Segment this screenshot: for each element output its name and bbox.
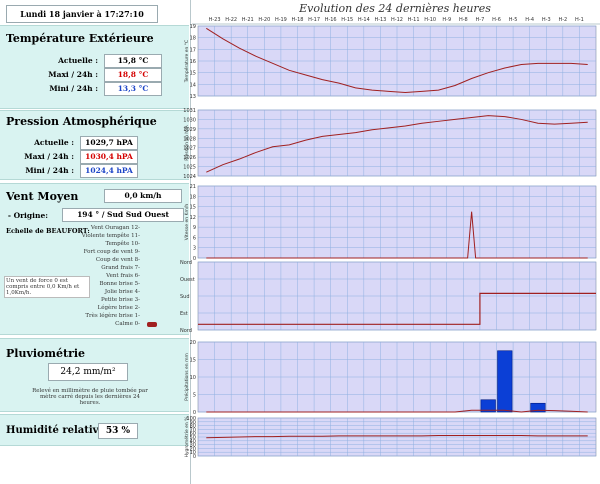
rain-bar bbox=[497, 350, 513, 413]
y-tick-label: 17 bbox=[190, 47, 196, 53]
hour-label: H-14 bbox=[358, 17, 370, 23]
y-axis-label: Pression en hPA bbox=[184, 124, 190, 160]
hour-label: H-21 bbox=[242, 17, 254, 23]
y-tick-label: 3 bbox=[193, 246, 196, 252]
y-tick-label: 19 bbox=[190, 24, 196, 30]
hour-label: H-15 bbox=[341, 17, 353, 23]
y-tick-label: 6 bbox=[193, 235, 196, 241]
y-axis-label: Précipitations en mm bbox=[183, 353, 190, 401]
y-tick-label: Nord bbox=[180, 260, 192, 266]
hour-label: H-11 bbox=[408, 17, 420, 23]
hour-label: H-12 bbox=[391, 17, 403, 23]
hour-label: H-7 bbox=[476, 17, 485, 23]
hour-label: H-3 bbox=[542, 17, 551, 23]
y-tick-label: 1024 bbox=[183, 174, 196, 180]
y-axis-label: Hygrométrie en % bbox=[183, 416, 190, 458]
hour-label: H-16 bbox=[325, 17, 337, 23]
hour-label: H-10 bbox=[424, 17, 436, 23]
hour-label: H-5 bbox=[509, 17, 518, 23]
y-tick-label: 1031 bbox=[183, 108, 196, 114]
hour-label: H-23 bbox=[209, 17, 221, 23]
y-tick-label: 1030 bbox=[183, 117, 196, 123]
hour-label: H-19 bbox=[275, 17, 287, 23]
y-tick-label: 5 bbox=[193, 393, 196, 399]
y-tick-label: 15 bbox=[190, 205, 196, 211]
y-axis-label: Température en °C bbox=[183, 40, 190, 83]
y-tick-label: 12 bbox=[190, 215, 196, 221]
y-tick-label: Nord bbox=[180, 328, 192, 334]
y-tick-label: 15 bbox=[190, 358, 196, 364]
y-tick-label: 0 bbox=[193, 256, 196, 262]
y-tick-label: Sud bbox=[180, 294, 190, 300]
y-tick-label: 18 bbox=[190, 194, 196, 200]
y-tick-label: Ouest bbox=[180, 277, 195, 283]
hour-label: H-2 bbox=[558, 17, 567, 23]
y-tick-label: 20 bbox=[190, 340, 196, 346]
hour-label: H-13 bbox=[374, 17, 386, 23]
y-tick-label: 18 bbox=[190, 36, 196, 42]
y-tick-label: 10 bbox=[190, 375, 196, 381]
y-tick-label: 13 bbox=[190, 94, 196, 100]
y-tick-label: 15 bbox=[190, 71, 196, 77]
charts-svg: H-23 H-22 H-21 H-20 H-19 H-18 H-17 H-16 H-15 H-14… bbox=[180, 17, 600, 460]
y-tick-label: 14 bbox=[190, 82, 196, 88]
hour-label: H-18 bbox=[292, 17, 304, 23]
y-tick-label: 1025 bbox=[183, 165, 196, 171]
hour-label: H-20 bbox=[258, 17, 270, 23]
y-tick-label: 16 bbox=[190, 59, 196, 65]
hour-label: H-1 bbox=[575, 17, 584, 23]
hour-label: H-6 bbox=[492, 17, 501, 23]
hour-label: H-9 bbox=[442, 17, 451, 23]
hour-label: H-22 bbox=[225, 17, 237, 23]
y-axis-label: Vitesse en Km/h bbox=[184, 204, 190, 241]
y-tick-label: Est bbox=[180, 311, 188, 317]
hour-label: H-4 bbox=[525, 17, 534, 23]
hour-label: H-17 bbox=[308, 17, 320, 23]
y-tick-label: 9 bbox=[193, 225, 196, 231]
hour-label: H-8 bbox=[459, 17, 468, 23]
y-tick-label: 21 bbox=[190, 184, 196, 190]
